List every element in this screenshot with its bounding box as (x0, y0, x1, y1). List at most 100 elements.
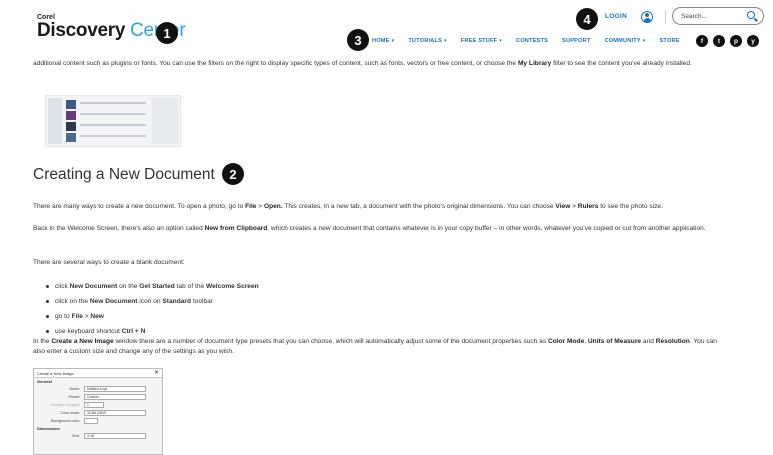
search-icon[interactable] (747, 11, 755, 19)
intro-text: additional content such as plugins or fo… (33, 60, 518, 67)
list-item: go to File > New (46, 309, 259, 324)
li-bold: New (90, 313, 104, 320)
li-text: toolbar (190, 298, 213, 305)
section-heading: Creating a New Document (33, 166, 215, 183)
dialog-field: Untitled-4.cpt (84, 386, 146, 392)
p4-bold: Units of Measure (587, 338, 642, 345)
dialog-row-size: Size: 4"x6" (34, 432, 162, 440)
nav-label-tutorials: TUTORIALS (408, 38, 443, 44)
li-text: on the (117, 283, 140, 290)
dialog-section-dimensions: Dimensions (37, 426, 60, 431)
dialog-field: Custom (84, 394, 146, 400)
li-text: go to (55, 313, 72, 320)
search-input[interactable]: Search... (681, 13, 707, 20)
dialog-label: Color mode: (60, 411, 80, 415)
nav-item-tutorials[interactable]: TUTORIALS ▾ (408, 38, 446, 44)
paragraph-clipboard: Back in the Welcome Screen, there's also… (33, 224, 763, 234)
dialog-section-general: General (37, 379, 52, 384)
thumb-sidebar (48, 98, 62, 144)
list-item: click on the New Document icon on Standa… (46, 294, 259, 309)
library-screenshot (45, 95, 181, 147)
login-link[interactable]: LOGIN (605, 13, 627, 20)
nav-label-community: COMMUNITY (604, 38, 641, 44)
thumb-filter-panel (152, 98, 178, 144)
close-icon: ✕ (153, 370, 159, 376)
dialog-title-text: Create a New Image (37, 371, 74, 376)
nav-item-home[interactable]: HOME ▾ (372, 38, 394, 44)
user-icon[interactable] (641, 10, 654, 23)
main-nav: HOME ▾ TUTORIALS ▾ FREE STUFF ▾ CONTESTS SU… (372, 38, 694, 44)
p1-text: > (256, 203, 264, 210)
thumb-item (66, 122, 76, 131)
intro-paragraph: additional content such as plugins or fo… (33, 59, 761, 69)
intro-text-end: filter to see the content you've already… (551, 60, 692, 67)
thumb-line (80, 102, 146, 104)
paragraph-presets: In the Create a New Image window there a… (33, 337, 723, 357)
color-swatch (84, 418, 98, 424)
chevron-down-icon: ▾ (444, 38, 447, 44)
dialog-row-color-mode: Color mode: 32-Bit CMYK (34, 409, 162, 417)
p2-text: Back in the Welcome Screen, there's also… (33, 225, 205, 232)
callout-badge-1: 1 (156, 22, 178, 44)
callout-badge-2: 2 (222, 163, 244, 185)
dialog-row-preset: Preset: Custom (34, 393, 162, 401)
blank-doc-methods-list: click New Document on the Get Started ta… (46, 279, 259, 339)
dialog-label: Name: (69, 387, 80, 391)
callout-badge-4: 4 (576, 8, 598, 30)
p4-text: In the (33, 338, 52, 345)
thumb-line (80, 135, 146, 137)
li-text: tab of the (174, 283, 207, 290)
intro-bold: My Library (517, 60, 552, 67)
callout-badge-3: 3 (347, 29, 369, 51)
nav-item-support[interactable]: SUPPORT (562, 38, 590, 44)
new-image-dialog-screenshot: Create a New Image ✕ General Name: Untitle… (33, 368, 163, 455)
account-row: LOGIN (605, 9, 674, 24)
p1-text: to see the photo size. (598, 203, 663, 210)
search-box[interactable]: Search... (672, 7, 764, 25)
pinterest-icon[interactable]: p (730, 35, 742, 47)
p4-text: and (641, 338, 656, 345)
dialog-label: Size: (72, 434, 80, 438)
chevron-down-icon: ▾ (499, 38, 502, 44)
dialog-field: 1 (84, 402, 104, 408)
paragraph-blank-doc: There are several ways to create a blank… (33, 259, 185, 266)
nav-label-free-stuff: FREE STUFF (460, 38, 498, 44)
social-links: f t p y (696, 35, 764, 47)
nav-item-store[interactable]: STORE (660, 38, 680, 44)
li-text: click on the (55, 298, 90, 305)
li-bold: Get Started (139, 283, 175, 290)
nav-item-free-stuff[interactable]: FREE STUFF ▾ (461, 38, 502, 44)
p1-text: This creates, in a new tab, a document w… (282, 203, 556, 210)
dialog-field: 4"x6" (84, 433, 146, 439)
thumb-line (80, 124, 146, 126)
li-text: icon on (137, 298, 163, 305)
twitter-icon[interactable]: t (713, 35, 725, 47)
li-text: use keyboard shortcut (55, 328, 122, 335)
li-bold: New Document (69, 283, 118, 290)
p1-bold: View (555, 203, 571, 210)
dialog-row-background: Background color: (34, 417, 162, 425)
p4-bold: Resolution (655, 338, 690, 345)
p1-text: > (570, 203, 578, 210)
li-bold: File (71, 313, 83, 320)
chevron-down-icon: ▾ (391, 38, 395, 44)
dialog-label: Preset: (68, 395, 80, 399)
li-bold: Ctrl + N (121, 328, 146, 335)
list-item: click New Document on the Get Started ta… (46, 279, 259, 294)
nav-item-contests[interactable]: CONTESTS (516, 38, 548, 44)
nav-item-community[interactable]: COMMUNITY ▾ (604, 38, 645, 44)
dialog-label: Number of pages: (51, 403, 80, 407)
site-header: Corel Discovery Center LOGIN Search... H… (0, 0, 773, 60)
thumb-line (80, 113, 146, 115)
p1-bold: Open. (263, 203, 283, 210)
facebook-icon[interactable]: f (696, 35, 708, 47)
dialog-title: Create a New Image ✕ (34, 369, 162, 378)
logo-brand-main: Discovery (37, 20, 126, 41)
p2-text: , which creates a new document that cont… (267, 225, 706, 232)
paragraph-open-photo: There are many ways to create a new docu… (33, 202, 763, 212)
chevron-down-icon: ▾ (642, 38, 646, 44)
thumb-item (66, 133, 76, 142)
youtube-icon[interactable]: y (747, 35, 759, 47)
header-divider (665, 9, 667, 24)
li-text: click (55, 283, 70, 290)
